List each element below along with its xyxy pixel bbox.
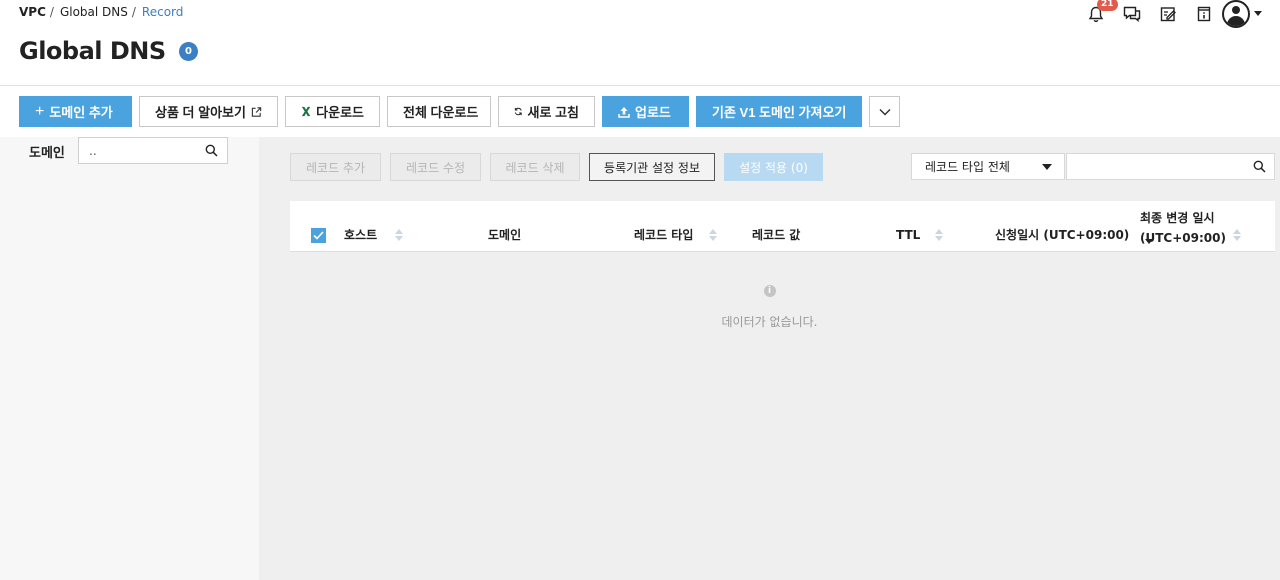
domain-search-input[interactable] [79, 138, 197, 163]
chevron-down-icon [878, 108, 891, 116]
record-table-header: 호스트 도메인 레코드 타입 레코드 값 TTL 신청일시 (UTC+09:00… [290, 201, 1275, 252]
empty-state: i 데이터가 없습니다. [259, 285, 1280, 330]
refresh-icon [514, 107, 522, 116]
column-record-type[interactable]: 레코드 타입 [634, 209, 718, 260]
page-header: VPC / Global DNS / Record Global DNS 0 21 [0, 0, 1280, 86]
empty-message: 데이터가 없습니다. [721, 315, 818, 329]
download-all-button[interactable]: 전체 다운로드 [387, 96, 491, 127]
column-last-modified-timezone: (UTC+09:00) [1140, 230, 1226, 245]
caret-down-icon [1254, 11, 1262, 16]
column-ttl[interactable]: TTL [896, 209, 944, 260]
search-icon[interactable] [1253, 160, 1266, 173]
sort-icon [709, 228, 718, 241]
record-type-selected: 레코드 타입 전체 [925, 160, 1010, 174]
breadcrumb-separator: / [131, 5, 136, 19]
edit-note-icon [1160, 7, 1176, 22]
column-record-type-label: 레코드 타입 [634, 228, 694, 242]
refresh-label: 새로 고침 [527, 105, 579, 120]
info-icon: i [763, 285, 776, 297]
add-domain-label: 도메인 추가 [49, 105, 113, 120]
sort-icon [1233, 228, 1241, 241]
caret-down-icon [1042, 163, 1052, 170]
memo-button[interactable] [1150, 0, 1186, 28]
more-options-button[interactable] [869, 96, 900, 127]
upload-icon [618, 106, 630, 118]
registrar-settings-button[interactable]: 등록기관 설정 정보 [589, 153, 715, 181]
breadcrumb-separator: / [49, 5, 54, 19]
domain-sidebar: 도메인 [0, 137, 259, 580]
page-title: Global DNS 0 [19, 37, 198, 65]
record-search-box[interactable] [1066, 153, 1275, 180]
chat-icon [1123, 6, 1141, 22]
domain-search-button[interactable] [197, 144, 225, 157]
main-toolbar: + 도메인 추가 상품 더 알아보기 다운로드 전체 다운로드 새로 고침 업로… [19, 96, 900, 127]
delete-record-button[interactable]: 레코드 삭제 [490, 153, 580, 181]
select-all-checkbox[interactable] [311, 228, 326, 243]
breadcrumb-vpc[interactable]: VPC [19, 5, 46, 19]
apply-settings-button[interactable]: 설정 적용 (0) [724, 153, 823, 181]
record-toolbar: 레코드 추가 레코드 수정 레코드 삭제 등록기관 설정 정보 설정 적용 (0… [290, 153, 823, 181]
record-panel: 레코드 추가 레코드 수정 레코드 삭제 등록기관 설정 정보 설정 적용 (0… [259, 137, 1280, 580]
column-record-value[interactable]: 레코드 값 [752, 209, 800, 260]
column-requested-at[interactable]: 신청일시 (UTC+09:00) [995, 209, 1154, 260]
guide-button[interactable] [1186, 0, 1222, 28]
column-domain[interactable]: 도메인 [488, 209, 521, 260]
download-all-label: 전체 다운로드 [403, 105, 479, 120]
domain-search-box [78, 137, 228, 164]
column-record-value-label: 레코드 값 [752, 228, 801, 242]
import-v1-domain-button[interactable]: 기존 V1 도메인 가져오기 [696, 96, 862, 127]
upload-label: 업로드 [635, 105, 671, 120]
column-ttl-label: TTL [896, 227, 921, 242]
column-domain-label: 도메인 [488, 228, 522, 242]
column-last-modified-label: 최종 변경 일시 [1140, 210, 1215, 225]
notification-button[interactable]: 21 [1078, 0, 1118, 28]
chat-button[interactable] [1114, 0, 1150, 28]
check-icon [313, 231, 324, 240]
record-type-select[interactable]: 레코드 타입 전체 [911, 153, 1065, 180]
column-host[interactable]: 호스트 [344, 209, 404, 260]
column-last-modified[interactable]: 최종 변경 일시 (UTC+09:00) [1140, 201, 1226, 252]
info-book-icon [1197, 6, 1211, 22]
plus-icon: + [35, 102, 45, 120]
refresh-button[interactable]: 새로 고침 [498, 96, 595, 127]
column-requested-at-label: 신청일시 (UTC+09:00) [995, 228, 1130, 242]
column-host-label: 호스트 [344, 228, 378, 242]
domain-label: 도메인 [29, 146, 65, 161]
download-label: 다운로드 [316, 105, 364, 120]
user-menu-button[interactable] [1222, 0, 1270, 28]
breadcrumb-record[interactable]: Record [142, 5, 183, 19]
download-button[interactable]: 다운로드 [285, 96, 380, 127]
breadcrumb-global-dns[interactable]: Global DNS [60, 5, 128, 19]
search-icon [205, 144, 218, 157]
edit-record-button[interactable]: 레코드 수정 [390, 153, 481, 181]
domain-count-badge: 0 [178, 41, 198, 61]
column-last-modified-sort[interactable] [1223, 209, 1241, 260]
external-link-icon [251, 106, 262, 117]
breadcrumb: VPC / Global DNS / Record [19, 5, 183, 19]
sort-icon [395, 228, 404, 241]
import-v1-label: 기존 V1 도메인 가져오기 [712, 105, 847, 120]
sort-icon [935, 228, 944, 241]
learn-more-label: 상품 더 알아보기 [155, 105, 246, 120]
page-title-text: Global DNS [19, 37, 166, 65]
header-icons: 21 [1078, 0, 1270, 28]
learn-more-button[interactable]: 상품 더 알아보기 [139, 96, 278, 127]
add-domain-button[interactable]: + 도메인 추가 [19, 96, 132, 127]
avatar [1222, 0, 1250, 28]
upload-button[interactable]: 업로드 [602, 96, 689, 127]
add-record-button[interactable]: 레코드 추가 [290, 153, 381, 181]
excel-icon [301, 106, 311, 117]
